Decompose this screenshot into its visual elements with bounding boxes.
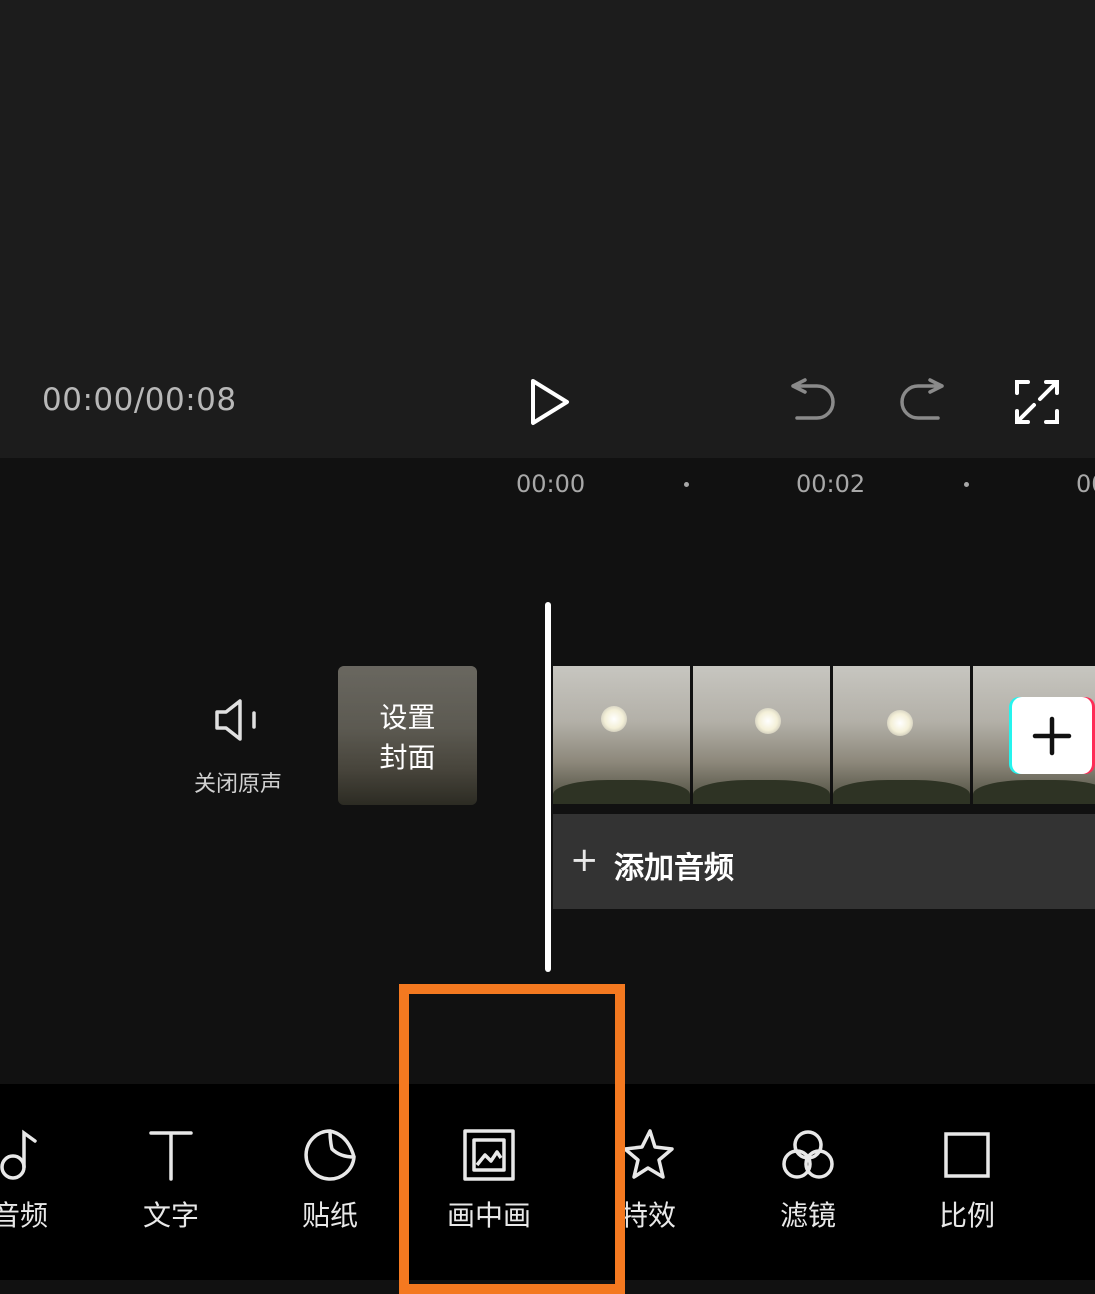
tool-filter[interactable]: 滤镜: [738, 1124, 878, 1234]
tick-label: 00: [1076, 470, 1095, 498]
tool-text[interactable]: 文字: [101, 1124, 241, 1234]
cover-label-line2: 封面: [379, 741, 436, 774]
speaker-icon[interactable]: [214, 698, 260, 746]
filter-icon: [738, 1124, 878, 1186]
tick-dot: [684, 482, 689, 487]
plus-icon: [1032, 716, 1072, 756]
add-clip-button[interactable]: [1012, 697, 1092, 774]
mute-original-sound-label[interactable]: 关闭原声: [194, 766, 282, 798]
time-readout: 00:00/00:08: [42, 382, 237, 418]
clip-thumbnail: [693, 666, 830, 804]
tool-ratio[interactable]: 比例: [897, 1124, 1037, 1234]
music-note-icon: [0, 1124, 90, 1186]
tick-label: 00:00: [516, 470, 586, 498]
fullscreen-icon[interactable]: [1014, 379, 1060, 425]
tool-audio[interactable]: 音频: [0, 1124, 90, 1234]
tick-dot: [964, 482, 969, 487]
highlight-box: [399, 984, 625, 1294]
tool-label: 音频: [0, 1199, 48, 1232]
cover-label-line1: 设置: [379, 701, 436, 734]
set-cover-button[interactable]: 设置 封面: [338, 666, 477, 805]
sticker-icon: [260, 1124, 400, 1186]
tool-sticker[interactable]: 贴纸: [260, 1124, 400, 1234]
playhead[interactable]: [545, 602, 551, 972]
clip-thumbnail: [553, 666, 690, 804]
tool-label: 比例: [938, 1199, 995, 1232]
tool-label: 贴纸: [301, 1199, 358, 1232]
clip-thumbnail: [833, 666, 970, 804]
ratio-icon: [897, 1124, 1037, 1186]
play-icon[interactable]: [527, 377, 573, 427]
tool-label: 文字: [142, 1199, 199, 1232]
undo-icon[interactable]: [789, 378, 835, 424]
text-icon: [101, 1124, 241, 1186]
tick-label: 00:02: [796, 470, 866, 498]
tool-label: 滤镜: [779, 1199, 836, 1232]
redo-icon[interactable]: [900, 378, 946, 424]
add-audio-label: 添加音频: [614, 851, 734, 886]
plus-icon: +: [570, 840, 599, 880]
